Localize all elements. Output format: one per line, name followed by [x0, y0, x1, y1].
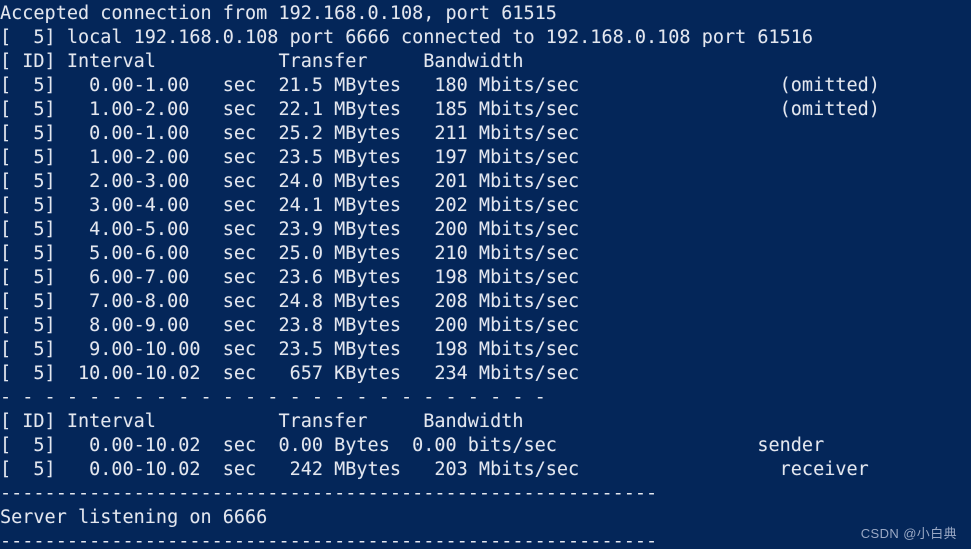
terminal-line: [ 5] 3.00-4.00 sec 24.1 MBytes 202 Mbits… — [0, 195, 580, 216]
terminal-line: Server listening on 6666 — [0, 507, 268, 528]
terminal-line: [ 5] 6.00-7.00 sec 23.6 MBytes 198 Mbits… — [0, 267, 580, 288]
terminal-line: [ 5] local 192.168.0.108 port 6666 conne… — [0, 27, 814, 48]
terminal-line: [ ID] Interval Transfer Bandwidth — [0, 411, 524, 432]
csdn-watermark: CSDN @小白典 — [860, 526, 957, 541]
terminal-line: [ 5] 0.00-10.02 sec 242 MBytes 203 Mbits… — [0, 459, 869, 480]
terminal-line: [ 5] 1.00-2.00 sec 23.5 MBytes 197 Mbits… — [0, 147, 580, 168]
terminal-line: [ 5] 5.00-6.00 sec 25.0 MBytes 210 Mbits… — [0, 243, 580, 264]
terminal-line: [ 5] 1.00-2.00 sec 22.1 MBytes 185 Mbits… — [0, 99, 880, 120]
terminal-line: [ 5] 8.00-9.00 sec 23.8 MBytes 200 Mbits… — [0, 315, 580, 336]
separator-line: ----------------------------------------… — [0, 531, 658, 549]
terminal-line: [ 5] 0.00-10.02 sec 0.00 Bytes 0.00 bits… — [0, 435, 825, 456]
terminal-line: Accepted connection from 192.168.0.108, … — [0, 3, 557, 24]
separator-line: ----------------------------------------… — [0, 483, 658, 504]
terminal-line: [ ID] Interval Transfer Bandwidth — [0, 51, 524, 72]
terminal-output: Accepted connection from 192.168.0.108, … — [0, 0, 971, 549]
terminal-line: [ 5] 0.00-1.00 sec 21.5 MBytes 180 Mbits… — [0, 75, 880, 96]
terminal-line: [ 5] 0.00-1.00 sec 25.2 MBytes 211 Mbits… — [0, 123, 580, 144]
separator-line: - - - - - - - - - - - - - - - - - - - - … — [0, 387, 546, 408]
terminal-line: [ 5] 9.00-10.00 sec 23.5 MBytes 198 Mbit… — [0, 339, 580, 360]
terminal-line: [ 5] 7.00-8.00 sec 24.8 MBytes 208 Mbits… — [0, 291, 580, 312]
terminal-line: [ 5] 4.00-5.00 sec 23.9 MBytes 200 Mbits… — [0, 219, 580, 240]
terminal-window[interactable]: Accepted connection from 192.168.0.108, … — [0, 0, 971, 549]
terminal-line: [ 5] 10.00-10.02 sec 657 KBytes 234 Mbit… — [0, 363, 580, 384]
terminal-line: [ 5] 2.00-3.00 sec 24.0 MBytes 201 Mbits… — [0, 171, 580, 192]
